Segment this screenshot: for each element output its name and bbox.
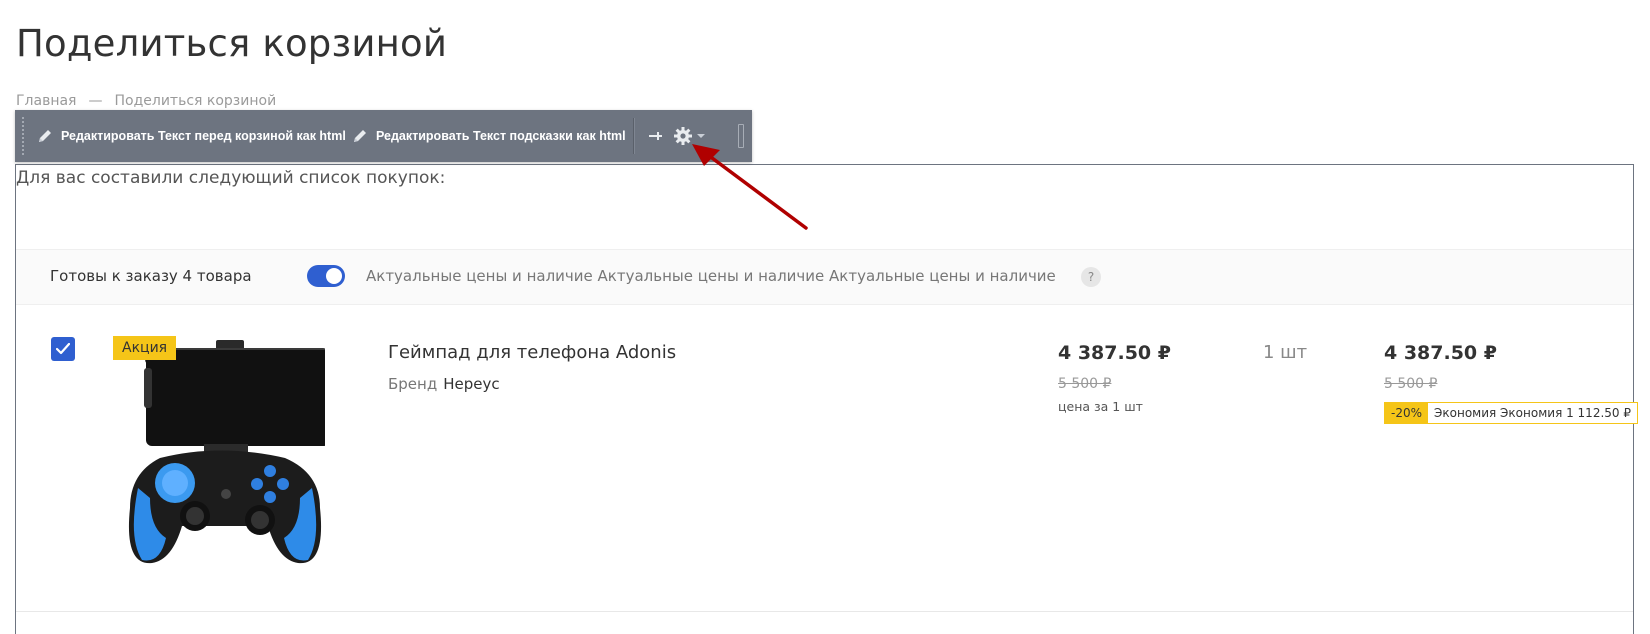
unit-old-price: 5 500 ₽ bbox=[1058, 376, 1112, 392]
toggle-knob bbox=[326, 268, 342, 284]
pencil-icon bbox=[354, 130, 366, 142]
economy-amount: Экономия Экономия 1 112.50 ₽ bbox=[1428, 403, 1637, 423]
breadcrumb: Главная — Поделиться корзиной bbox=[16, 93, 276, 109]
product-image-gamepad[interactable] bbox=[120, 338, 325, 568]
edit-text-before-button[interactable]: Редактировать Текст перед корзиной как h… bbox=[37, 124, 346, 148]
drag-handle-icon[interactable] bbox=[21, 116, 26, 156]
total-old-price: 5 500 ₽ bbox=[1384, 376, 1438, 392]
unit-price: 4 387.50 ₽ bbox=[1058, 342, 1171, 364]
product-brand: Бренд Нереус bbox=[388, 375, 500, 393]
breadcrumb-current: Поделиться корзиной bbox=[114, 93, 277, 109]
promo-badge: Акция bbox=[113, 336, 177, 360]
page-title: Поделиться корзиной bbox=[16, 22, 448, 65]
checkmark-icon bbox=[56, 343, 70, 355]
cart-intro-text: Для вас составили следующий список покуп… bbox=[16, 168, 446, 188]
row-divider bbox=[16, 611, 1633, 612]
total-price: 4 387.50 ₽ bbox=[1384, 342, 1497, 364]
breadcrumb-home-link[interactable]: Главная bbox=[16, 93, 76, 109]
edit-text-before-label: Редактировать Текст перед корзиной как h… bbox=[61, 129, 346, 143]
item-select-checkbox[interactable] bbox=[51, 337, 75, 361]
admin-edit-toolbar: Редактировать Текст перед корзиной как h… bbox=[15, 110, 752, 162]
brand-value: Нереус bbox=[443, 375, 500, 393]
product-name-link[interactable]: Геймпад для телефона Adonis bbox=[388, 342, 676, 363]
edit-hint-text-button[interactable]: Редактировать Текст подсказки как html bbox=[352, 124, 626, 148]
price-per-unit-label: цена за 1 шт bbox=[1058, 399, 1143, 414]
pin-icon[interactable] bbox=[647, 124, 663, 148]
breadcrumb-separator: — bbox=[88, 93, 103, 109]
item-quantity: 1 шт bbox=[1263, 342, 1308, 363]
economy-badge: -20% Экономия Экономия 1 112.50 ₽ bbox=[1384, 402, 1638, 424]
toolbar-divider bbox=[633, 118, 635, 154]
actual-prices-toggle[interactable] bbox=[307, 265, 345, 287]
red-arrow-annotation bbox=[692, 144, 808, 230]
edit-hint-text-label: Редактировать Текст подсказки как html bbox=[376, 129, 626, 143]
pencil-icon bbox=[39, 130, 51, 142]
cart-status-bar: Готовы к заказу 4 товара Актуальные цены… bbox=[16, 249, 1633, 305]
brand-label: Бренд bbox=[388, 375, 438, 393]
help-icon[interactable]: ? bbox=[1081, 267, 1101, 287]
ready-to-order-label: Готовы к заказу 4 товара bbox=[50, 267, 252, 285]
actual-prices-label: Актуальные цены и наличие Актуальные цен… bbox=[366, 267, 1056, 285]
discount-percent: -20% bbox=[1385, 403, 1429, 423]
